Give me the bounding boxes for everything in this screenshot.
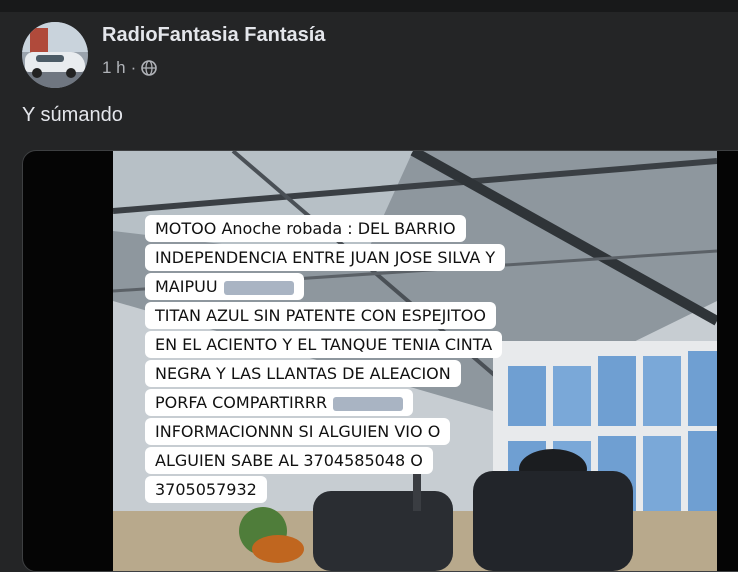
overlay-line: MOTOO Anoche robada : DEL BARRIO bbox=[145, 215, 466, 242]
highlight-mark bbox=[223, 280, 294, 295]
post-photo[interactable]: MOTOO Anoche robada : DEL BARRIO INDEPEN… bbox=[113, 151, 717, 571]
overlay-line: 3705057932 bbox=[145, 476, 267, 503]
overlay-line: TITAN AZUL SIN PATENTE CON ESPEJITOO bbox=[145, 302, 496, 329]
post-time[interactable]: 1 h bbox=[102, 58, 126, 78]
overlay-line: NEGRA Y LAS LLANTAS DE ALEACION bbox=[145, 360, 461, 387]
image-text-overlay: MOTOO Anoche robada : DEL BARRIO INDEPEN… bbox=[145, 215, 625, 505]
top-divider bbox=[0, 0, 738, 12]
meta-separator: · bbox=[130, 58, 137, 77]
overlay-line: ALGUIEN SABE AL 3704585048 O bbox=[145, 447, 433, 474]
post-meta: 1 h · bbox=[102, 58, 158, 78]
avatar-car-window bbox=[36, 55, 64, 62]
avatar[interactable] bbox=[22, 22, 88, 88]
overlay-line: EN EL ACIENTO Y EL TANQUE TENIA CINTA bbox=[145, 331, 503, 358]
overlay-line: INFORMACIONNN SI ALGUIEN VIO O bbox=[145, 418, 451, 445]
globe-icon[interactable] bbox=[141, 60, 158, 76]
overlay-line: INDEPENDENCIA ENTRE JUAN JOSE SILVA Y bbox=[145, 244, 506, 271]
post-media[interactable]: MOTOO Anoche robada : DEL BARRIO INDEPEN… bbox=[22, 150, 738, 572]
post-author[interactable]: RadioFantasia Fantasía bbox=[102, 24, 325, 47]
overlay-line: PORFA COMPARTIRRR bbox=[145, 389, 414, 416]
highlight-mark bbox=[333, 396, 404, 411]
avatar-wheel bbox=[66, 68, 76, 78]
avatar-wheel bbox=[32, 68, 42, 78]
post-caption: Y súmando bbox=[22, 104, 123, 126]
overlay-line: MAIPUU bbox=[145, 273, 304, 300]
